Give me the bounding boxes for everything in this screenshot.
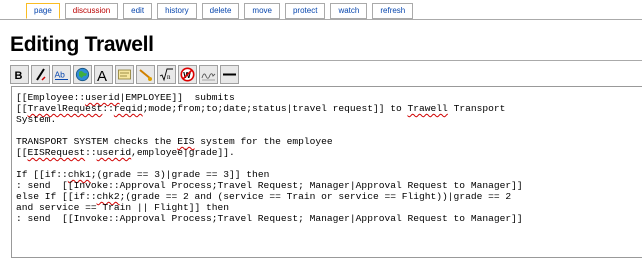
tab-watch[interactable]: watch	[330, 3, 368, 19]
wikitext-content[interactable]: [[Employee::userid|EMPLOYEE]] submits [[T…	[12, 87, 642, 224]
tabs-divider	[0, 19, 642, 20]
svg-text:Ab: Ab	[55, 69, 66, 79]
page-title: Editing Trawell	[10, 33, 154, 56]
signature-button[interactable]	[199, 64, 218, 84]
headline-icon: A	[96, 67, 111, 82]
tab-refresh[interactable]: refresh	[372, 3, 414, 19]
editor-line: TRANSPORT SYSTEM checks the EIS system f…	[16, 136, 333, 147]
editor-line: [[TravelRequest::reqid;mode;from;to;date…	[16, 103, 506, 114]
italic-button[interactable]	[31, 64, 50, 84]
no-wiki-icon: W	[180, 67, 195, 82]
horizontal-line-icon	[222, 67, 237, 82]
horizontal-line-button[interactable]	[220, 64, 239, 84]
wikitext-editor[interactable]: [[Employee::userid|EMPLOYEE]] submits [[T…	[11, 86, 642, 258]
bold-icon: B	[12, 67, 27, 82]
tab-move[interactable]: move	[244, 3, 280, 19]
tab-page[interactable]: page	[26, 3, 60, 19]
edit-toolbar: B Ab An W	[10, 63, 241, 85]
tab-delete[interactable]: delete	[201, 3, 240, 19]
editor-line: [[EISRequest::userid,employee|grade]].	[16, 147, 235, 158]
editor-line: System.	[16, 114, 57, 125]
italic-icon	[33, 67, 48, 82]
tab-protect[interactable]: protect	[284, 3, 326, 19]
editor-line: [[Employee::userid|EMPLOYEE]] submits	[16, 92, 235, 103]
headline-button[interactable]: A	[94, 64, 113, 84]
external-link-button[interactable]	[73, 64, 92, 84]
editor-line: : send [[Invoke::Approval Process;Travel…	[16, 180, 523, 191]
media-icon	[138, 67, 153, 82]
globe-icon	[75, 67, 90, 82]
bold-button[interactable]: B	[10, 64, 29, 84]
tab-history[interactable]: history	[157, 3, 197, 19]
svg-text:A: A	[97, 68, 107, 82]
editor-line: : send [[Invoke::Approval Process;Travel…	[16, 213, 523, 224]
no-wiki-button[interactable]: W	[178, 64, 197, 84]
image-icon	[117, 67, 132, 82]
math-formula-button[interactable]: n	[157, 64, 176, 84]
editor-line: else If [[if::chk2;(grade == 2 and (serv…	[16, 191, 512, 202]
internal-link-icon: Ab	[54, 67, 69, 82]
page-tabs: page discussion edit history delete move prote…	[26, 3, 418, 20]
svg-text:n: n	[167, 73, 171, 81]
embedded-image-button[interactable]	[115, 64, 134, 84]
editor-line: If [[if::chk1;(grade == 3)|grade == 3]] …	[16, 169, 270, 180]
media-link-button[interactable]	[136, 64, 155, 84]
tab-edit[interactable]: edit	[123, 3, 153, 19]
math-icon: n	[159, 67, 174, 82]
internal-link-button[interactable]: Ab	[52, 64, 71, 84]
title-divider	[10, 60, 642, 61]
tab-discussion[interactable]: discussion	[64, 3, 119, 19]
svg-text:B: B	[15, 70, 23, 82]
signature-icon	[201, 67, 216, 82]
editor-line: and service == Train || Flight]] then	[16, 202, 230, 213]
